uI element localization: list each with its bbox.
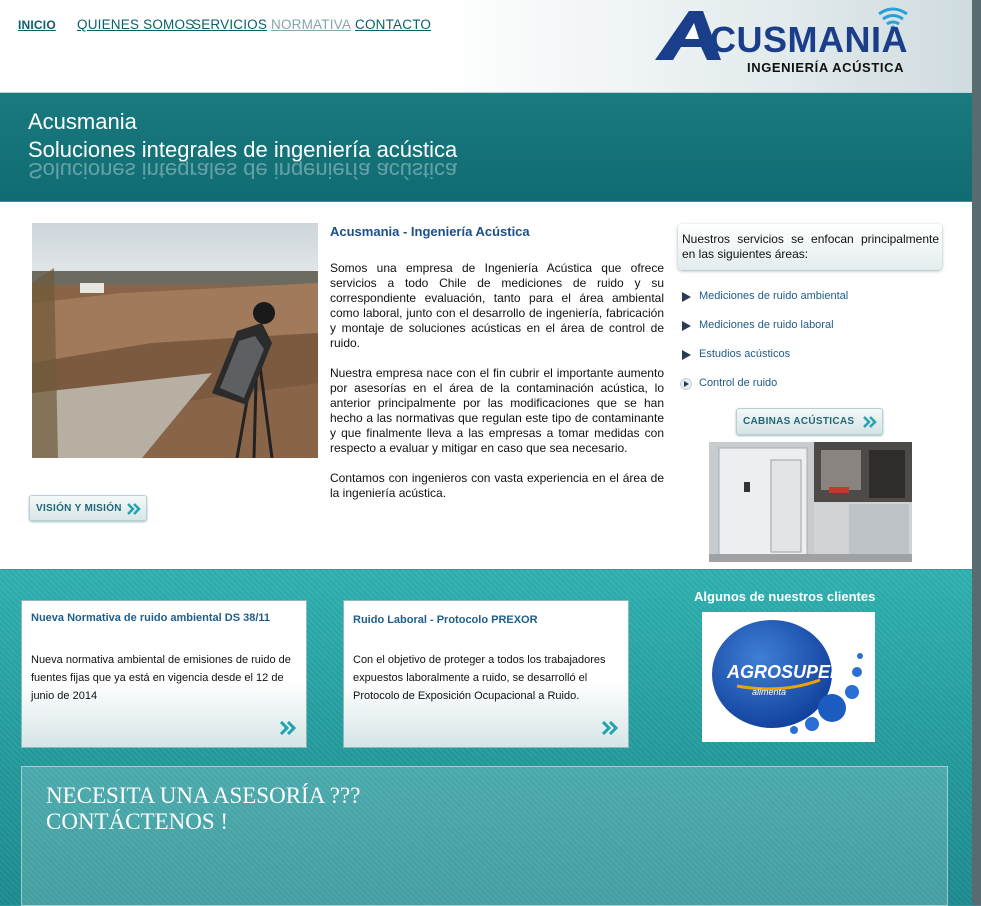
acoustic-cabin-photo[interactable] [709, 442, 912, 562]
play-triangle-icon [682, 292, 691, 302]
double-chevron-right-icon [863, 416, 877, 428]
service-label: Mediciones de ruido laboral [699, 319, 834, 331]
nav-normativa[interactable]: NORMATIVA [271, 17, 351, 32]
double-chevron-right-icon[interactable] [602, 721, 618, 735]
service-label: Mediciones de ruido ambiental [699, 290, 849, 302]
nav-quienes-somos[interactable]: QUIENES SOMOS [77, 17, 194, 32]
right-edge [972, 0, 981, 905]
acusmania-logo[interactable]: CUSMANIA INGENIERÍA ACÚSTICA [655, 5, 925, 81]
logo-tagline: INGENIERÍA ACÚSTICA [747, 60, 905, 75]
cabinas-acusticas-button[interactable]: CABINAS ACÚSTICAS [736, 408, 883, 435]
double-chevron-right-icon[interactable] [280, 721, 296, 735]
play-triangle-icon [682, 321, 691, 331]
svg-text:AGROSUPER: AGROSUPER [726, 662, 843, 682]
news-card-ds3811[interactable]: Nueva Normativa de ruido ambiental DS 38… [21, 600, 307, 748]
news-title[interactable]: Ruido Laboral - Protocolo PREXOR [353, 614, 538, 626]
agrosuper-logo-icon: AGROSUPER alimenta [712, 620, 863, 734]
news-body: Con el objetivo de proteger a todos los … [353, 654, 606, 702]
banner-subtitle-reflection: Soluciones integrales de ingeniería acús… [28, 161, 458, 183]
vision-mision-button[interactable]: VISIÓN Y MISIÓN [29, 495, 147, 521]
nav-inicio[interactable]: INICIO [18, 18, 56, 32]
intro-paragraph-2: Nuestra empresa nace con el fin cubrir e… [330, 366, 664, 455]
client-logo-agrosuper[interactable]: AGROSUPER alimenta [702, 612, 875, 742]
cabinas-acusticas-label: CABINAS ACÚSTICAS [743, 416, 855, 427]
play-circle-icon [680, 378, 692, 390]
intro-paragraph-1: Somos una empresa de Ingeniería Acústica… [330, 261, 664, 350]
intro-paragraph-3: Contamos con ingenieros con vasta experi… [330, 471, 664, 500]
news-title[interactable]: Nueva Normativa de ruido ambiental DS 38… [31, 612, 270, 624]
cta-line-1: NECESITA UNA ASESORÍA ??? [46, 783, 361, 808]
logo-wordmark: CUSMANIA [710, 19, 908, 60]
play-triangle-icon [682, 350, 691, 360]
services-intro-box: Nuestros servicios se enfocan principalm… [678, 224, 942, 270]
clients-title: Algunos de nuestros clientes [694, 589, 876, 604]
lower-section: Nueva Normativa de ruido ambiental DS 38… [0, 570, 972, 906]
svg-text:alimenta: alimenta [752, 687, 786, 697]
banner-subtitle: Soluciones integrales de ingeniería acús… [28, 137, 458, 162]
contact-cta[interactable]: NECESITA UNA ASESORÍA ??? CONTÁCTENOS ! [21, 766, 948, 906]
nav-contacto[interactable]: CONTACTO [355, 17, 431, 32]
banner-title: Acusmania [28, 109, 137, 134]
cta-line-2[interactable]: CONTÁCTENOS ! [46, 809, 228, 835]
service-label: Control de ruido [699, 377, 778, 389]
news-card-prexor[interactable]: Ruido Laboral - Protocolo PREXOR Con el … [343, 600, 629, 748]
page: INICIO QUIENES SOMOS SERVICIOS NORMATIVA… [0, 0, 981, 906]
field-measurement-photo [32, 223, 318, 458]
nav-servicios[interactable]: SERVICIOS [192, 17, 267, 32]
news-body: Nueva normativa ambiental de emisiones d… [31, 654, 291, 702]
vision-mision-label: VISIÓN Y MISIÓN [36, 503, 122, 514]
intro-heading: Acusmania - Ingeniería Acústica [330, 224, 530, 239]
main-content: VISIÓN Y MISIÓN Acusmania - Ingeniería A… [0, 202, 972, 569]
site-header: INICIO QUIENES SOMOS SERVICIOS NORMATIVA… [0, 0, 972, 93]
double-chevron-right-icon [127, 503, 141, 515]
hero-banner: Acusmania Soluciones integrales de ingen… [0, 93, 972, 201]
service-label: Estudios acústicos [699, 348, 791, 360]
services-intro-text: Nuestros servicios se enfocan principalm… [682, 232, 939, 261]
